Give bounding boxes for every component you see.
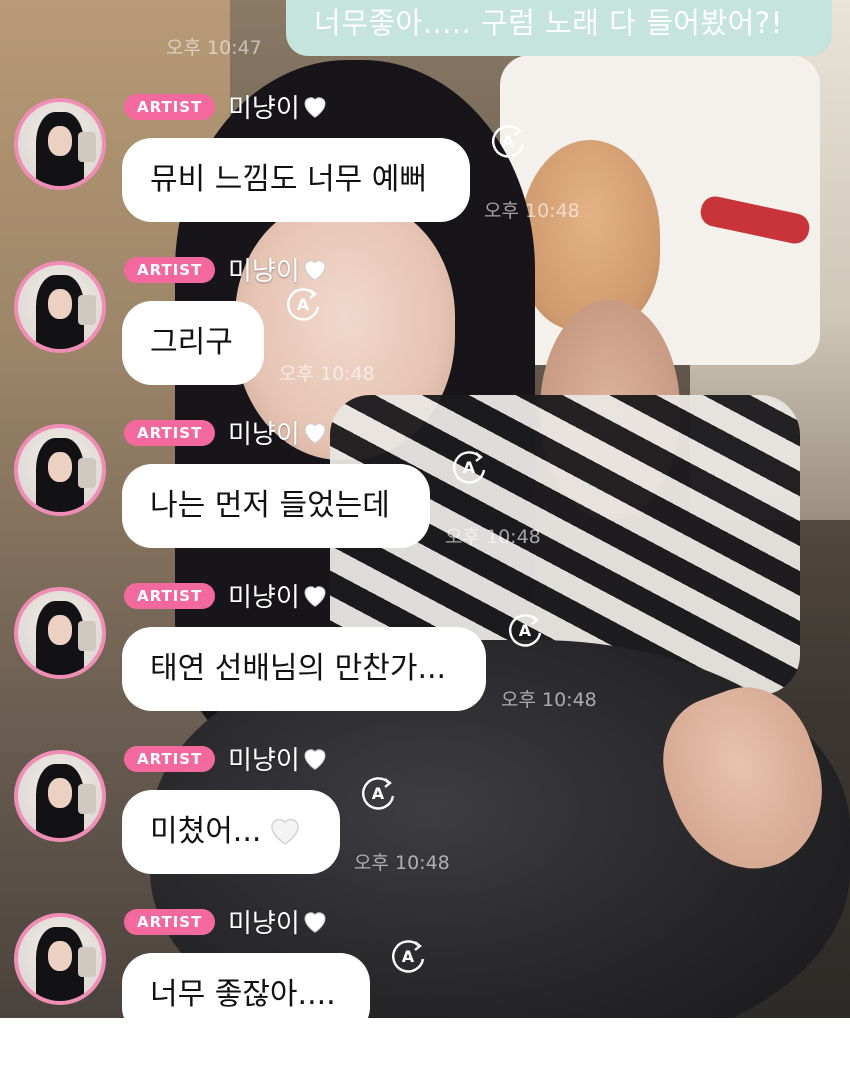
sender-name: 미냥이 bbox=[228, 740, 330, 777]
avatar[interactable] bbox=[14, 424, 106, 516]
avatar[interactable] bbox=[14, 587, 106, 679]
artist-badge: ARTIST bbox=[124, 909, 216, 935]
artist-badge: ARTIST bbox=[124, 257, 216, 283]
message-bubble[interactable]: 태연 선배님의 만찬가... bbox=[122, 627, 486, 711]
white-heart-icon bbox=[304, 260, 326, 281]
svg-text:A: A bbox=[502, 132, 515, 151]
white-heart-icon bbox=[304, 912, 326, 933]
message-time: 오후 10:48 bbox=[484, 200, 580, 222]
chat-message: ARTIST 미냥이 그리구 A 오후 10:48 bbox=[0, 257, 850, 422]
message-bubble[interactable]: 너무 좋잖아.... bbox=[122, 953, 370, 1037]
sender-name: 미냥이 bbox=[228, 414, 330, 451]
auto-translate-icon[interactable]: A bbox=[389, 937, 427, 975]
white-heart-icon bbox=[271, 818, 300, 845]
message-bubble[interactable]: 미쳤어... bbox=[122, 790, 340, 874]
svg-text:A: A bbox=[297, 295, 310, 314]
chat-message: ARTIST 미냥이 미쳤어... A 오후 10:48 bbox=[0, 746, 850, 911]
chat-message: ARTIST 미냥이 너무 좋잖아.... A bbox=[0, 909, 850, 1074]
svg-text:A: A bbox=[519, 621, 532, 640]
chat-message: ARTIST 미냥이 뮤비 느낌도 너무 예뻐 A 오후 10:48 bbox=[0, 94, 850, 259]
svg-text:A: A bbox=[463, 458, 476, 477]
sender-name: 미냥이 bbox=[228, 88, 330, 125]
artist-badge: ARTIST bbox=[124, 420, 216, 446]
auto-translate-icon[interactable]: A bbox=[359, 774, 397, 812]
message-time: 오후 10:48 bbox=[501, 689, 597, 711]
avatar[interactable] bbox=[14, 261, 106, 353]
message-bubble[interactable]: 나는 먼저 들었는데 bbox=[122, 464, 430, 548]
artist-badge: ARTIST bbox=[124, 94, 216, 120]
message-time: 오후 10:48 bbox=[445, 526, 541, 548]
white-heart-icon bbox=[304, 586, 326, 607]
sender-name: 미냥이 bbox=[228, 251, 330, 288]
chat-message: ARTIST 미냥이 태연 선배님의 만찬가... A 오후 10:48 bbox=[0, 583, 850, 748]
avatar[interactable] bbox=[14, 913, 106, 1005]
auto-translate-icon[interactable]: A bbox=[284, 285, 322, 323]
sent-message-bubble[interactable]: 너무좋아..... 구럼 노래 다 들어봤어?! bbox=[286, 0, 832, 56]
message-time: 오후 10:47 bbox=[166, 37, 262, 59]
auto-translate-icon[interactable]: A bbox=[506, 611, 544, 649]
message-time: 오후 10:48 bbox=[279, 363, 375, 385]
message-bubble[interactable]: 뮤비 느낌도 너무 예뻐 bbox=[122, 138, 470, 222]
avatar[interactable] bbox=[14, 750, 106, 842]
white-heart-icon bbox=[304, 97, 326, 118]
message-time: 오후 10:48 bbox=[354, 852, 450, 874]
svg-text:A: A bbox=[402, 947, 415, 966]
artist-badge: ARTIST bbox=[124, 746, 216, 772]
artist-badge: ARTIST bbox=[124, 583, 216, 609]
auto-translate-icon[interactable]: A bbox=[489, 122, 527, 160]
svg-text:A: A bbox=[372, 784, 385, 803]
white-heart-icon bbox=[304, 423, 326, 444]
message-bubble[interactable]: 그리구 bbox=[122, 301, 264, 385]
chat-message: ARTIST 미냥이 나는 먼저 들었는데 A 오후 10:48 bbox=[0, 420, 850, 585]
auto-translate-icon[interactable]: A bbox=[450, 448, 488, 486]
avatar[interactable] bbox=[14, 98, 106, 190]
white-heart-icon bbox=[304, 749, 326, 770]
sender-name: 미냥이 bbox=[228, 903, 330, 940]
sender-name: 미냥이 bbox=[228, 577, 330, 614]
